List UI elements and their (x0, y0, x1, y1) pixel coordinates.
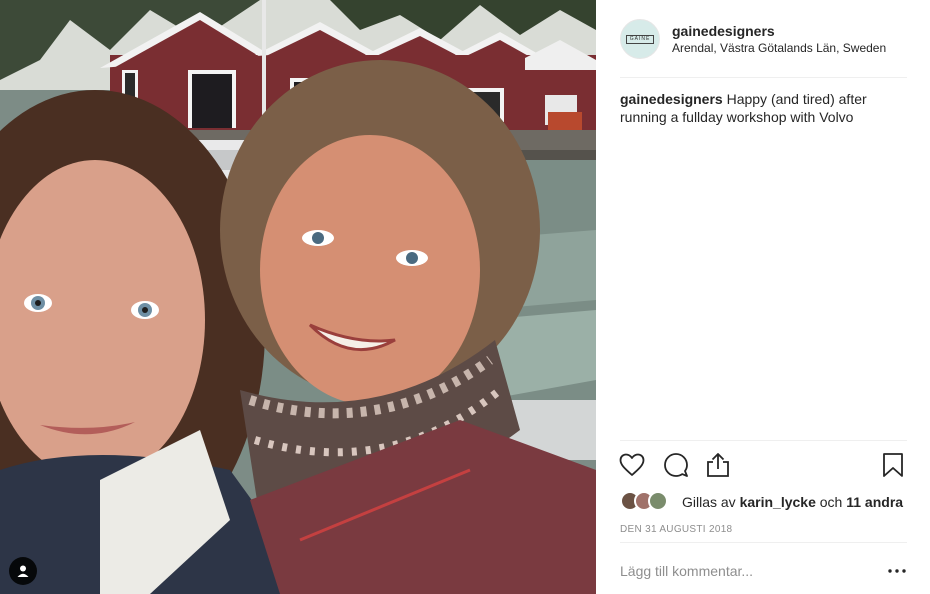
post-sidebar: GAINE gainedesigners Arendal, Västra Göt… (596, 0, 930, 594)
post-photo[interactable] (0, 0, 596, 594)
header-divider (620, 77, 907, 78)
share-button[interactable] (704, 451, 732, 479)
action-bar (618, 451, 907, 479)
likes-others-link[interactable]: 11 andra (846, 494, 903, 510)
caption-username-link[interactable]: gainedesigners (620, 91, 723, 107)
location-link[interactable]: Arendal, Västra Götalands Län, Sweden (672, 41, 886, 55)
photo-illustration (0, 0, 596, 594)
comment-input[interactable] (620, 556, 870, 586)
liker-username-link[interactable]: karin_lycke (740, 494, 816, 510)
avatar-logo-text: GAINE (625, 34, 655, 44)
save-button[interactable] (879, 451, 907, 479)
avatar[interactable]: GAINE (620, 19, 660, 59)
more-options-button[interactable] (887, 562, 907, 580)
tag-people-button[interactable] (9, 557, 37, 585)
username-link[interactable]: gainedesigners (672, 23, 775, 39)
comment-button[interactable] (662, 451, 690, 479)
liker-avatar[interactable] (648, 491, 668, 511)
likes-conjunction: och (815, 494, 847, 510)
actions-divider (620, 440, 907, 441)
person-tag-icon (17, 565, 29, 577)
caption: gainedesigners Happy (and tired) after r… (620, 90, 900, 126)
bookmark-icon (883, 453, 903, 477)
likes-prefix: Gillas av (682, 494, 740, 510)
likes-summary: Gillas av karin_lycke och 11 andra (620, 490, 910, 512)
comment-icon (664, 453, 688, 477)
post-date[interactable]: DEN 31 AUGUSTI 2018 (620, 524, 732, 535)
share-icon (707, 453, 729, 477)
likes-text: Gillas av karin_lycke och 11 andra (682, 494, 903, 510)
more-options-icon (888, 569, 906, 573)
like-button[interactable] (618, 451, 646, 479)
comment-form (620, 556, 907, 586)
post-header: GAINE gainedesigners Arendal, Västra Göt… (620, 19, 907, 59)
heart-icon (619, 453, 645, 476)
comment-divider (620, 542, 907, 543)
